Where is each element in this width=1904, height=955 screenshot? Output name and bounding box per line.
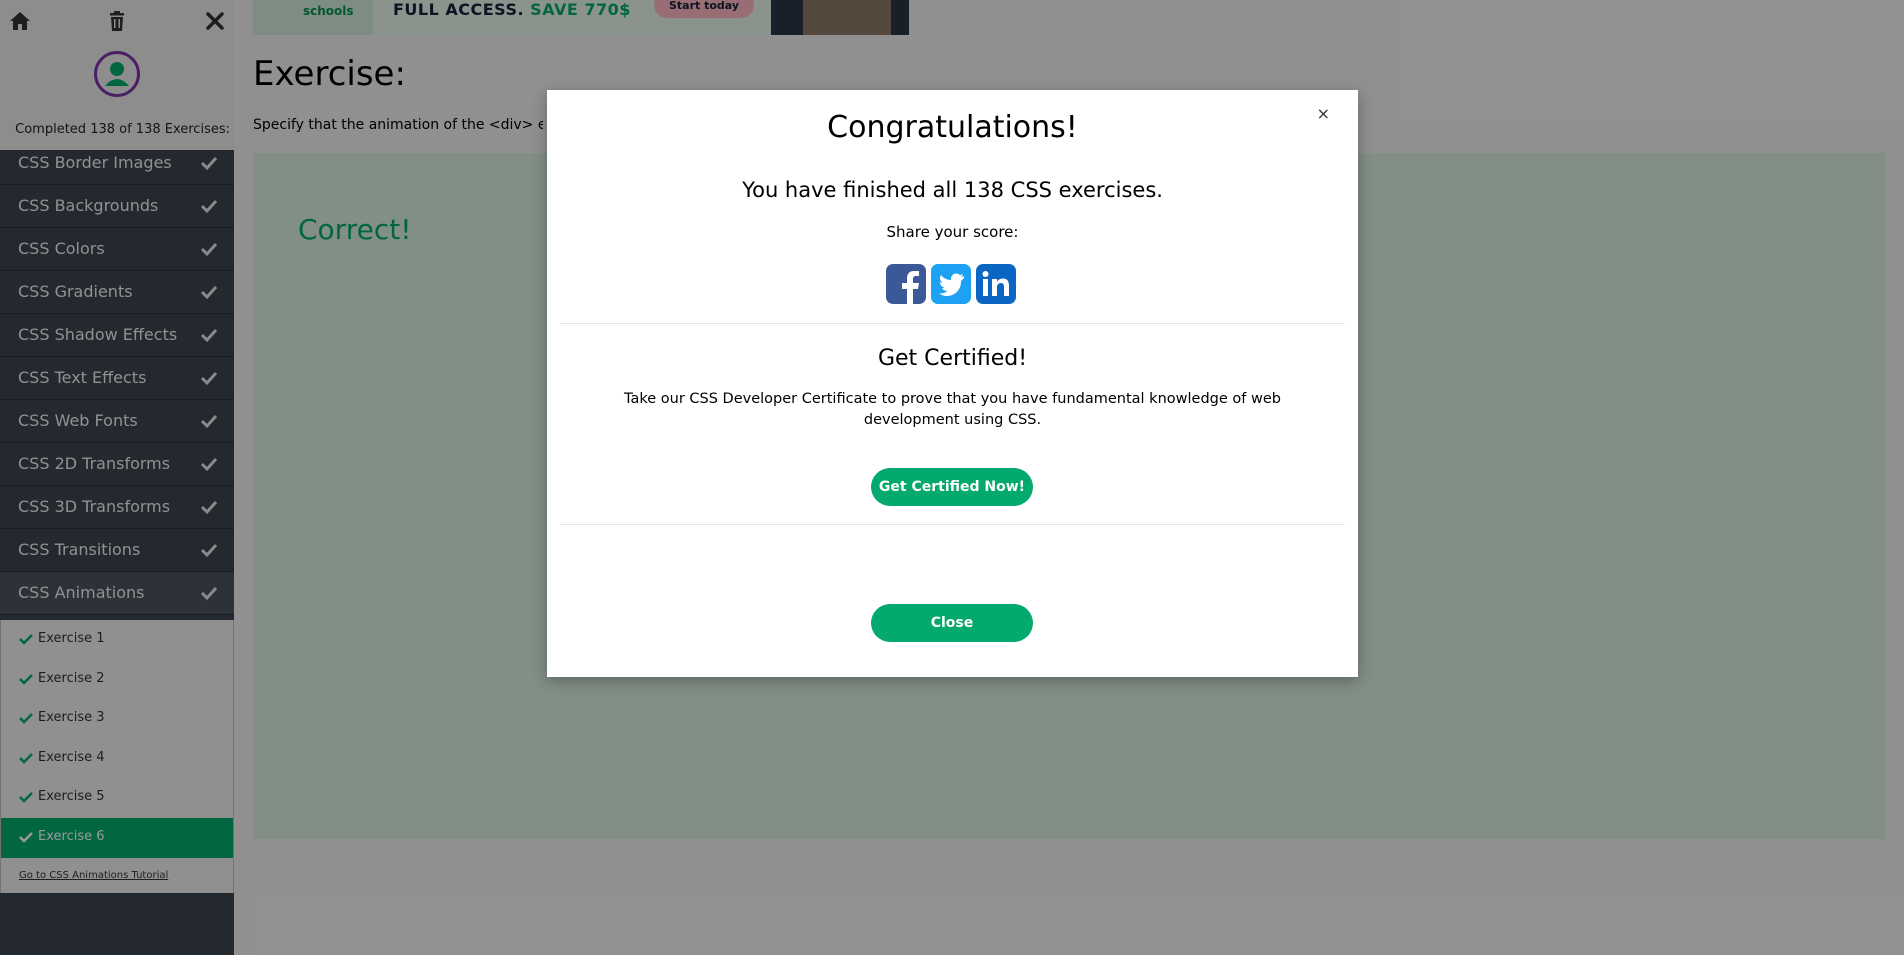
linkedin-icon[interactable] — [976, 264, 1016, 304]
divider — [560, 524, 1345, 525]
modal-title: Congratulations! — [827, 110, 1078, 145]
congratulations-modal: × Congratulations! You have finished all… — [547, 90, 1358, 677]
share-label: Share your score: — [886, 223, 1019, 241]
divider — [560, 323, 1345, 324]
share-icons — [886, 264, 1020, 304]
certified-description: Take our CSS Developer Certificate to pr… — [624, 391, 1281, 428]
finished-message: You have finished all 138 CSS exercises. — [742, 178, 1163, 202]
facebook-icon[interactable] — [886, 264, 926, 304]
close-button[interactable]: Close — [871, 604, 1033, 642]
twitter-icon[interactable] — [931, 264, 971, 304]
certified-title: Get Certified! — [877, 346, 1028, 371]
get-certified-button[interactable]: Get Certified Now! — [871, 468, 1033, 506]
